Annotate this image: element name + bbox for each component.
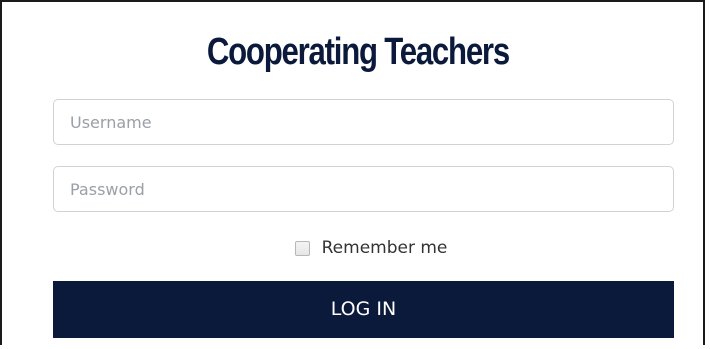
- login-button[interactable]: LOG IN: [53, 281, 674, 338]
- page-title: Cooperating Teachers: [206, 31, 510, 73]
- password-input[interactable]: [53, 166, 674, 212]
- remember-me-checkbox[interactable]: [294, 240, 310, 256]
- username-input[interactable]: [53, 99, 674, 145]
- remember-me-row: Remember me: [2, 238, 710, 258]
- login-panel: Cooperating Teachers Remember me LOG IN: [0, 0, 705, 345]
- remember-me-label[interactable]: Remember me: [322, 238, 448, 258]
